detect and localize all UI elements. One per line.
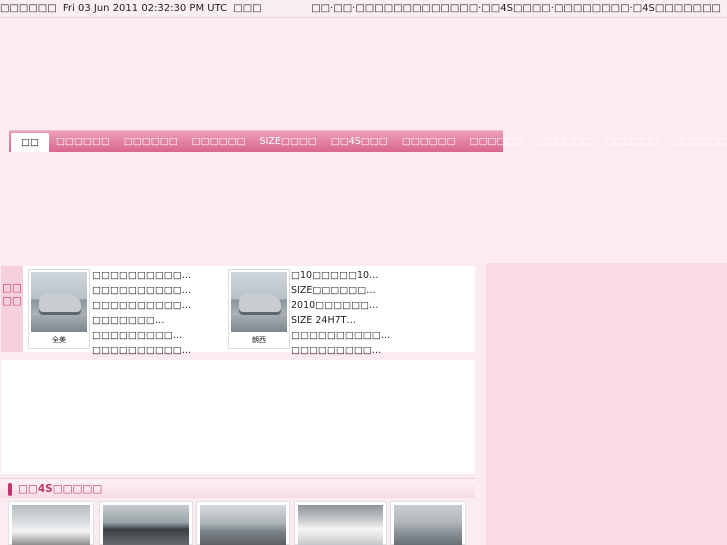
news-link[interactable]: □□□□□□□…	[92, 313, 191, 328]
car-card[interactable]	[99, 501, 193, 545]
nav-item-11[interactable]: □□□□□□	[666, 131, 727, 153]
news-link[interactable]: □□□□□□□□□□…	[92, 298, 191, 313]
car-photo	[12, 505, 90, 545]
thumbnail-caption: 朗西	[252, 336, 266, 344]
news-link[interactable]: □10□□□□□10…	[291, 268, 390, 283]
news-thumbnail-2[interactable]: 朗西	[228, 269, 290, 349]
news-link[interactable]: □□□□□□□□□…	[92, 328, 191, 343]
news-list-left: □□□□□□□□□□… □□□□□□□□□□… □□□□□□□□□□… □□□□…	[92, 268, 191, 358]
site-label: □□□□□□	[0, 3, 57, 14]
top-links-text[interactable]: □□·□□·□□□□□□□□□□□□□·□□4S□□□□·□□□□□□□□·□4…	[311, 3, 721, 14]
thumbnail-caption: 全美	[52, 336, 66, 344]
news-link[interactable]: □□□□□□□□□□…	[291, 328, 390, 343]
nav-item-4s[interactable]: □□4S□□□	[324, 131, 395, 153]
news-link[interactable]: SIZE 24H7T…	[291, 313, 390, 328]
car-card[interactable]	[196, 501, 290, 545]
car-photo	[231, 272, 287, 332]
news-tab[interactable]: □□ □□	[1, 266, 23, 352]
weather-link[interactable]: □□□	[233, 3, 261, 14]
nav-item-3[interactable]: □□□□□□	[117, 131, 185, 153]
nav-item-size[interactable]: SIZE□□□□	[253, 131, 324, 153]
ad-panel	[1, 360, 475, 474]
car-photo	[200, 505, 286, 545]
car-card[interactable]	[294, 501, 387, 545]
news-link[interactable]: □□□□□□□□□□…	[92, 268, 191, 283]
section-marker	[8, 483, 12, 496]
car-card[interactable]	[390, 501, 466, 545]
car-photo	[31, 272, 87, 332]
news-link[interactable]: □□□□□□□□□□…	[92, 283, 191, 298]
nav-item-4[interactable]: □□□□□□	[185, 131, 253, 153]
nav-item-10[interactable]: □□□□□□	[598, 131, 666, 153]
top-links: □□·□□·□□□□□□□□□□□□□·□□4S□□□□·□□□□□□□□·□4…	[311, 3, 721, 14]
news-link[interactable]: □□□□□□□□□…	[291, 343, 390, 358]
news-thumbnail-1[interactable]: 全美	[28, 269, 90, 349]
main-nav: □□ □□□□□□ □□□□□□ □□□□□□ SIZE□□□□ □□4S□□□…	[9, 130, 727, 153]
section-header: □□4S□□□□□	[0, 478, 475, 498]
nav-item-8[interactable]: □□□□□□	[463, 131, 531, 153]
news-link[interactable]: SIZE□□□□□□…	[291, 283, 390, 298]
car-photo	[394, 505, 462, 545]
car-photo	[298, 505, 383, 545]
car-photo	[103, 505, 189, 545]
top-bar-left: □□□□□□ Fri 03 Jun 2011 02:32:30 PM UTC □…	[0, 3, 262, 14]
news-link[interactable]: □□□□□□□□□□…	[92, 343, 191, 358]
section-title[interactable]: □□4S□□□□□	[18, 483, 102, 495]
news-link[interactable]: 2010□□□□□□…	[291, 298, 390, 313]
right-sidebar	[486, 263, 727, 545]
current-datetime: Fri 03 Jun 2011 02:32:30 PM UTC	[62, 3, 228, 14]
car-card[interactable]	[8, 501, 94, 545]
news-list-right: □10□□□□□10… SIZE□□□□□□… 2010□□□□□□… SIZE…	[291, 268, 390, 358]
news-panel: □□ □□ 全美 □□□□□□□□□□… □□□□□□□□□□… □□□□□□□…	[1, 266, 475, 356]
nav-item-7[interactable]: □□□□□□	[395, 131, 463, 153]
nav-item-9[interactable]: □□□□□□	[530, 131, 598, 153]
nav-item-2[interactable]: □□□□□□	[49, 131, 117, 153]
top-bar: □□□□□□ Fri 03 Jun 2011 02:32:30 PM UTC □…	[0, 0, 727, 18]
nav-item-home[interactable]: □□	[11, 133, 49, 152]
